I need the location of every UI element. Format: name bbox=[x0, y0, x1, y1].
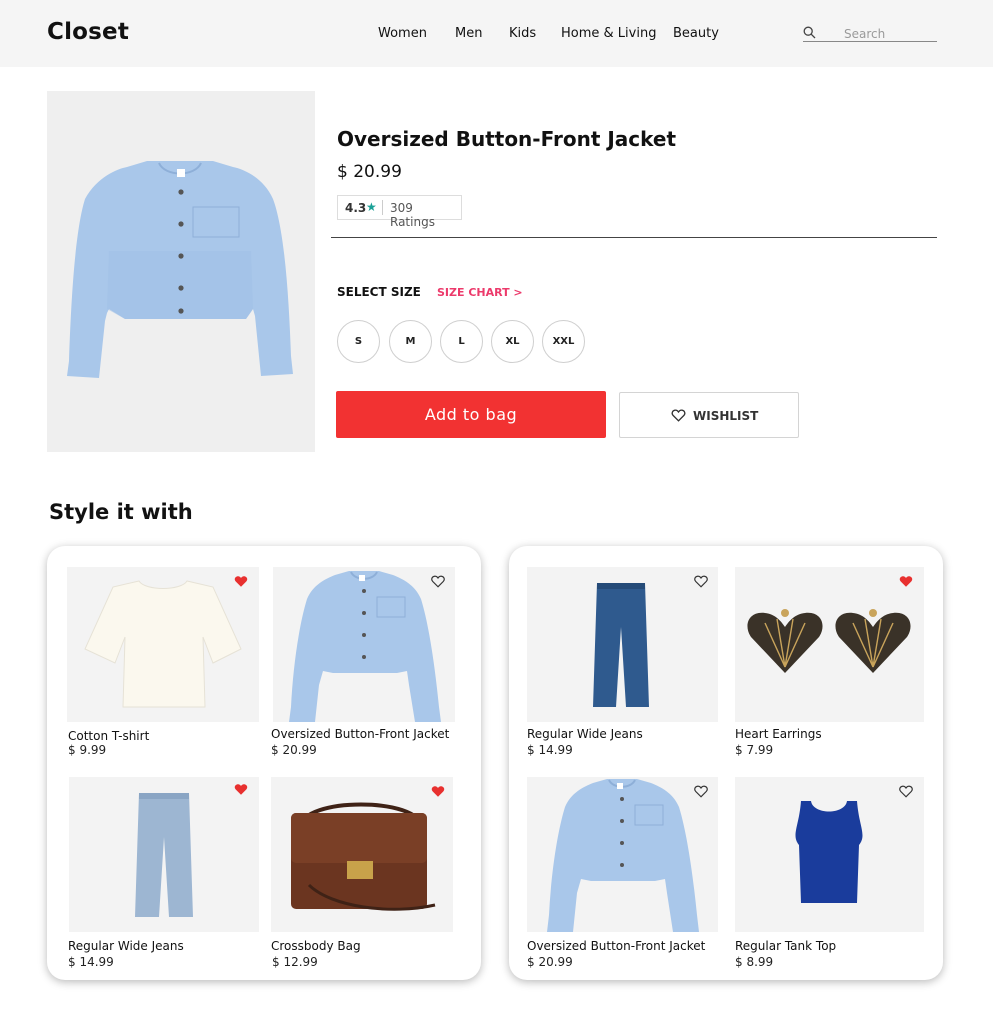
add-to-bag-button[interactable]: Add to bag bbox=[336, 391, 606, 438]
product-price: $ 14.99 bbox=[527, 743, 573, 757]
heart-outline-icon bbox=[671, 409, 686, 422]
ratings-count: 309 Ratings bbox=[390, 201, 435, 229]
heart-filled-icon[interactable] bbox=[899, 575, 913, 588]
earrings-image bbox=[747, 609, 911, 673]
rating-badge[interactable]: 4.3 ★ 309 Ratings bbox=[337, 195, 462, 229]
product-name[interactable]: Regular Wide Jeans bbox=[527, 727, 643, 741]
nav-men[interactable]: Men bbox=[455, 26, 482, 41]
size-option-m[interactable]: M bbox=[389, 320, 432, 363]
nav-kids[interactable]: Kids bbox=[509, 26, 536, 41]
size-option-l[interactable]: L bbox=[440, 320, 483, 363]
product-price: $ 14.99 bbox=[68, 955, 114, 969]
rating-divider bbox=[382, 200, 383, 215]
jacket-image bbox=[289, 571, 441, 722]
product-main-image bbox=[47, 91, 315, 452]
nav-home-living[interactable]: Home & Living bbox=[561, 26, 656, 41]
product-title: Oversized Button-Front Jacket bbox=[337, 127, 677, 151]
jacket-image bbox=[547, 779, 699, 932]
product-price: $ 8.99 bbox=[735, 955, 774, 969]
size-chart-link[interactable]: SIZE CHART > bbox=[437, 286, 523, 299]
star-icon: ★ bbox=[366, 200, 377, 214]
product-tile-crossbody-bag[interactable] bbox=[271, 777, 453, 932]
size-option-xl[interactable]: XL bbox=[491, 320, 534, 363]
heart-outline-icon[interactable] bbox=[899, 785, 913, 798]
product-price: $ 9.99 bbox=[68, 743, 107, 757]
heart-filled-icon[interactable] bbox=[234, 783, 248, 796]
product-name[interactable]: Oversized Button-Front Jacket bbox=[527, 939, 705, 953]
product-tile-wide-jeans[interactable] bbox=[527, 567, 718, 722]
select-size-label: SELECT SIZE bbox=[337, 285, 421, 299]
product-tile-jacket[interactable] bbox=[527, 777, 718, 932]
product-price: $ 20.99 bbox=[527, 955, 573, 969]
style-card-1: Cotton T-shirt $ 9.99 Oversized Button-F… bbox=[47, 546, 481, 980]
product-price: $ 12.99 bbox=[272, 955, 318, 969]
product-price: $ 20.99 bbox=[271, 743, 317, 757]
dark-jeans-image bbox=[593, 583, 649, 707]
site-header: Closet Women Men Kids Home & Living Beau… bbox=[0, 0, 993, 67]
section-divider bbox=[331, 237, 937, 238]
tshirt-image bbox=[84, 580, 242, 708]
product-tile-heart-earrings[interactable] bbox=[735, 567, 924, 722]
search-input[interactable]: Search bbox=[803, 24, 937, 42]
heart-filled-icon[interactable] bbox=[431, 785, 445, 798]
product-tile-tank-top[interactable] bbox=[735, 777, 924, 932]
search-icon bbox=[803, 26, 816, 39]
product-tile-cotton-tshirt[interactable] bbox=[67, 567, 259, 722]
nav-beauty[interactable]: Beauty bbox=[673, 26, 719, 41]
product-tile-wide-jeans[interactable] bbox=[69, 777, 259, 932]
heart-outline-icon[interactable] bbox=[694, 575, 708, 588]
product-name[interactable]: Regular Wide Jeans bbox=[68, 939, 184, 953]
product-price: $ 7.99 bbox=[735, 743, 774, 757]
wishlist-button[interactable]: WISHLIST bbox=[619, 392, 799, 438]
tank-top-image bbox=[795, 801, 863, 903]
rating-value: 4.3 bbox=[345, 201, 367, 215]
nav-women[interactable]: Women bbox=[378, 26, 427, 41]
product-name[interactable]: Regular Tank Top bbox=[735, 939, 836, 953]
product-price: $ 20.99 bbox=[337, 162, 402, 182]
search-placeholder: Search bbox=[844, 27, 886, 41]
light-jeans-image bbox=[135, 793, 193, 917]
site-logo[interactable]: Closet bbox=[47, 19, 129, 45]
size-option-xxl[interactable]: XXL bbox=[542, 320, 585, 363]
product-tile-jacket[interactable] bbox=[273, 567, 455, 722]
style-card-2: Regular Wide Jeans $ 14.99 Heart Earring… bbox=[509, 546, 943, 980]
size-option-s[interactable]: S bbox=[337, 320, 380, 363]
heart-filled-icon[interactable] bbox=[234, 575, 248, 588]
wishlist-label: WISHLIST bbox=[693, 409, 759, 423]
heart-outline-icon[interactable] bbox=[431, 575, 445, 588]
product-name[interactable]: Cotton T-shirt bbox=[68, 729, 149, 743]
product-name[interactable]: Crossbody Bag bbox=[271, 939, 361, 953]
heart-outline-icon[interactable] bbox=[694, 785, 708, 798]
product-name[interactable]: Heart Earrings bbox=[735, 727, 822, 741]
product-name[interactable]: Oversized Button-Front Jacket bbox=[271, 727, 449, 741]
style-it-with-heading: Style it with bbox=[49, 500, 193, 524]
bag-image bbox=[291, 802, 436, 911]
